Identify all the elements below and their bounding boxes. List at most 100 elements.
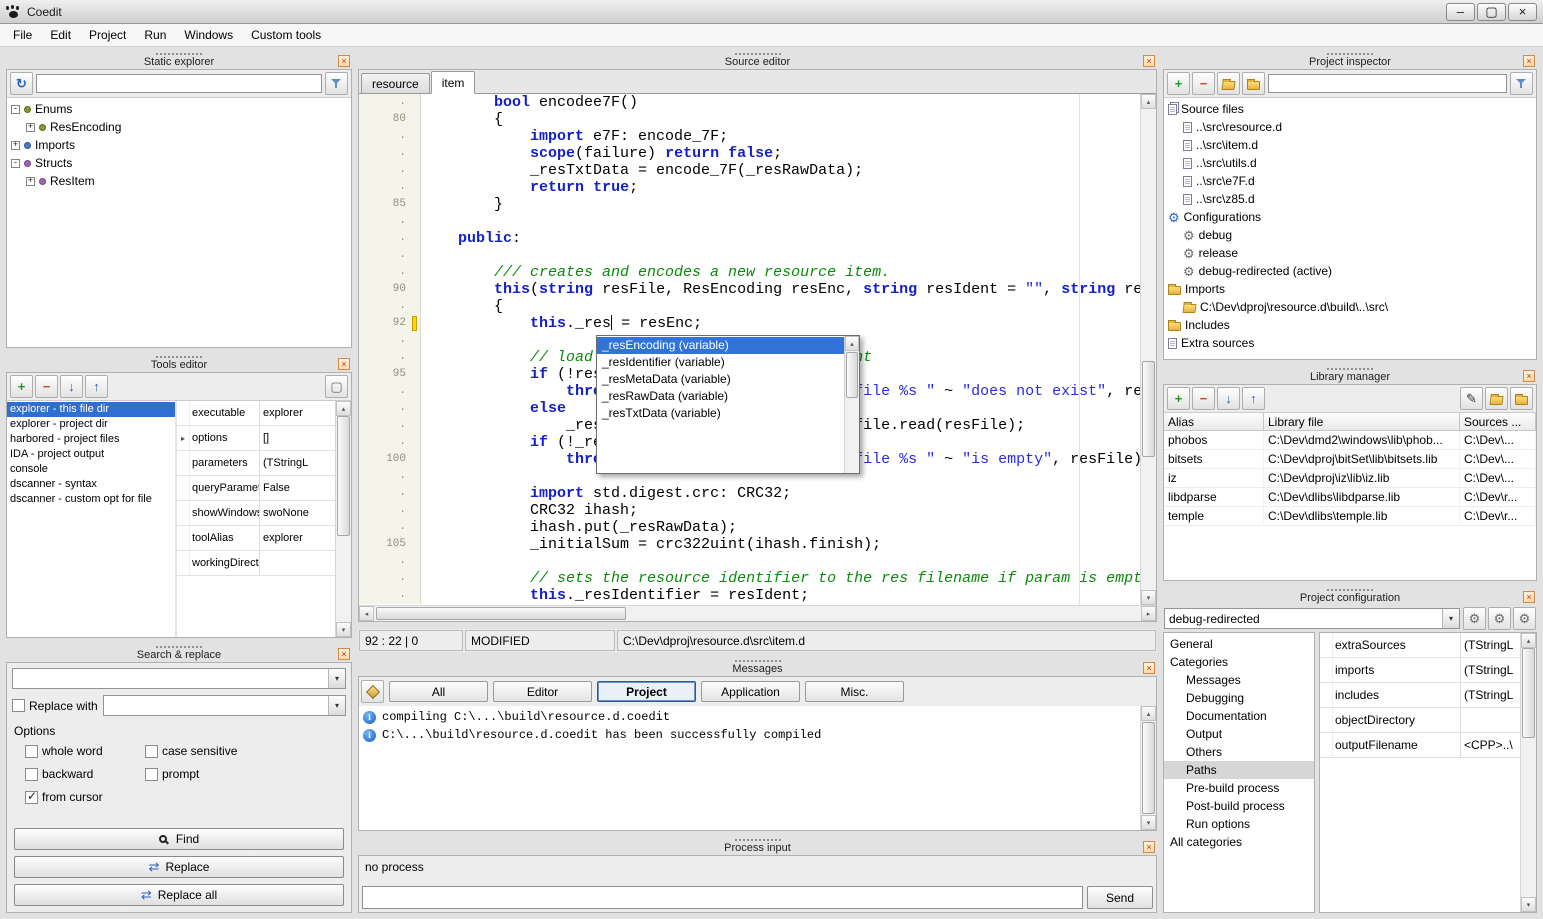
checkbox-from-cursor[interactable]: from cursor xyxy=(25,790,143,804)
messages-header[interactable]: Messages xyxy=(358,659,1157,676)
process-input-field[interactable] xyxy=(362,886,1083,909)
inspector-filter-input[interactable] xyxy=(1268,74,1507,93)
property-row[interactable]: ▸options[] xyxy=(177,426,335,451)
config-sync-button-2[interactable]: ⚙ xyxy=(1488,607,1511,630)
move-library-down-button[interactable]: ↓ xyxy=(1217,387,1240,410)
search-term-combo[interactable] xyxy=(12,668,346,689)
scrollbar-thumb[interactable] xyxy=(1142,361,1155,457)
category-item[interactable]: Pre-build process xyxy=(1164,779,1314,797)
expander-icon[interactable]: + xyxy=(11,141,20,150)
open-library-file-button[interactable] xyxy=(1485,387,1508,410)
scrollbar-thumb[interactable] xyxy=(337,416,350,536)
maximize-button[interactable]: ▢ xyxy=(1477,3,1506,21)
symbol-search-input[interactable] xyxy=(36,74,322,93)
remove-library-button[interactable]: − xyxy=(1192,387,1215,410)
property-row[interactable]: showWindowsswoNone xyxy=(177,501,335,526)
chevron-down-icon[interactable] xyxy=(1442,609,1459,628)
property-value[interactable] xyxy=(1461,708,1520,732)
code-line[interactable]: . // sets the resource identifier to the… xyxy=(359,570,1140,587)
tree-item[interactable]: ..\src\item.d xyxy=(1164,136,1536,154)
category-item[interactable]: Post-build process xyxy=(1164,797,1314,815)
scroll-up-icon[interactable] xyxy=(336,401,351,416)
refresh-button[interactable]: ↻ xyxy=(10,72,33,95)
code-line[interactable]: . xyxy=(359,213,1140,230)
completion-scrollbar[interactable] xyxy=(844,336,859,473)
tree-item[interactable]: ..\src\utils.d xyxy=(1164,154,1536,172)
expander-icon[interactable]: + xyxy=(26,123,35,132)
replace-button[interactable]: Replace xyxy=(14,856,344,878)
checkbox-prompt[interactable]: prompt xyxy=(145,767,345,781)
tab-resource[interactable]: resource xyxy=(361,73,430,93)
messages-filter-misc[interactable]: Misc. xyxy=(805,681,904,702)
code-line[interactable]: 92 this._res = resEnc; xyxy=(359,315,1140,332)
property-row[interactable]: includes(TStringL xyxy=(1320,683,1520,708)
tree-item[interactable]: Includes xyxy=(1164,316,1536,334)
remove-source-button[interactable]: − xyxy=(1192,72,1215,95)
scrollbar-thumb[interactable] xyxy=(1142,722,1155,814)
menu-run[interactable]: Run xyxy=(135,25,175,45)
menu-custom-tools[interactable]: Custom tools xyxy=(242,25,330,45)
filter-clear-button[interactable] xyxy=(325,72,348,95)
tree-item[interactable]: ..\src\z85.d xyxy=(1164,190,1536,208)
tool-list-item[interactable]: IDA - project output xyxy=(7,447,175,462)
scroll-up-icon[interactable] xyxy=(1141,94,1156,109)
add-folder-button[interactable] xyxy=(1242,72,1265,95)
tool-list-item[interactable]: console xyxy=(7,462,175,477)
library-manager-header[interactable]: Library manager xyxy=(1163,367,1537,384)
property-value[interactable]: (TStringL xyxy=(260,451,335,475)
property-value[interactable]: False xyxy=(260,476,335,500)
remove-tool-button[interactable]: − xyxy=(35,375,58,398)
checkbox-whole-word[interactable]: whole word xyxy=(25,744,143,758)
completion-item[interactable]: _resIdentifier (variable) xyxy=(597,354,844,371)
scrollbar-thumb[interactable] xyxy=(376,607,626,620)
category-item[interactable]: Output xyxy=(1164,725,1314,743)
checkbox-case-sensitive[interactable]: case sensitive xyxy=(145,744,345,758)
scrollbar-thumb[interactable] xyxy=(846,352,858,398)
code-line[interactable]: . xyxy=(359,553,1140,570)
scroll-right-icon[interactable] xyxy=(1141,606,1156,621)
tree-item[interactable]: ⚙debug xyxy=(1164,226,1536,244)
menu-project[interactable]: Project xyxy=(80,25,135,45)
code-line[interactable]: . import std.digest.crc: CRC32; xyxy=(359,485,1140,502)
close-icon[interactable] xyxy=(1523,591,1535,603)
close-icon[interactable] xyxy=(1143,662,1155,674)
tree-item[interactable]: ⚙debug-redirected (active) xyxy=(1164,262,1536,280)
move-library-up-button[interactable]: ↑ xyxy=(1242,387,1265,410)
close-icon[interactable] xyxy=(1523,55,1535,67)
code-line[interactable]: . xyxy=(359,247,1140,264)
tree-item[interactable]: -Structs xyxy=(7,154,351,172)
close-icon[interactable] xyxy=(338,358,350,370)
code-line[interactable]: . scope(failure) return false; xyxy=(359,145,1140,162)
messages-filter-project[interactable]: Project xyxy=(597,681,696,702)
tools-editor-header[interactable]: Tools editor xyxy=(6,355,352,372)
property-value[interactable]: (TStringL xyxy=(1461,683,1520,707)
code-line[interactable]: 90 this(string resFile, ResEncoding resE… xyxy=(359,281,1140,298)
code-line[interactable]: 80 { xyxy=(359,111,1140,128)
scroll-down-icon[interactable] xyxy=(1141,590,1156,605)
code-line[interactable]: . /// creates and encodes a new resource… xyxy=(359,264,1140,281)
code-line[interactable]: . bool encodee7F() xyxy=(359,94,1140,111)
tool-list-item[interactable]: dscanner - custom opt for file xyxy=(7,492,175,507)
tool-list-item[interactable]: dscanner - syntax xyxy=(7,477,175,492)
message-item[interactable]: icompiling C:\...\build\resource.d.coedi… xyxy=(359,708,1140,726)
close-icon[interactable] xyxy=(1143,55,1155,67)
category-item[interactable]: Paths xyxy=(1164,761,1314,779)
static-explorer-header[interactable]: Static explorer xyxy=(6,52,352,69)
library-column-header[interactable]: Alias xyxy=(1164,413,1264,431)
property-value[interactable]: explorer xyxy=(260,401,335,425)
config-sync-button-1[interactable]: ⚙ xyxy=(1463,607,1486,630)
completion-item[interactable]: _resRawData (variable) xyxy=(597,388,844,405)
tree-item[interactable]: ..\src\e7F.d xyxy=(1164,172,1536,190)
open-folder-button[interactable] xyxy=(1217,72,1240,95)
category-item[interactable]: All categories xyxy=(1164,833,1314,851)
property-row[interactable]: queryParametFalse xyxy=(177,476,335,501)
library-row[interactable]: templeC:\Dev\dlibs\temple.libC:\Dev\r... xyxy=(1164,507,1536,526)
chevron-down-icon[interactable] xyxy=(328,696,345,715)
library-row[interactable]: bitsetsC:\Dev\dproj\bitSet\lib\bitsets.l… xyxy=(1164,450,1536,469)
property-value[interactable]: <CPP>..\ xyxy=(1461,733,1520,757)
library-column-header[interactable]: Library file xyxy=(1264,413,1460,431)
project-configuration-header[interactable]: Project configuration xyxy=(1163,588,1537,605)
replace-with-checkbox[interactable]: Replace with xyxy=(12,699,98,713)
tree-item[interactable]: ⚙release xyxy=(1164,244,1536,262)
category-item[interactable]: Others xyxy=(1164,743,1314,761)
